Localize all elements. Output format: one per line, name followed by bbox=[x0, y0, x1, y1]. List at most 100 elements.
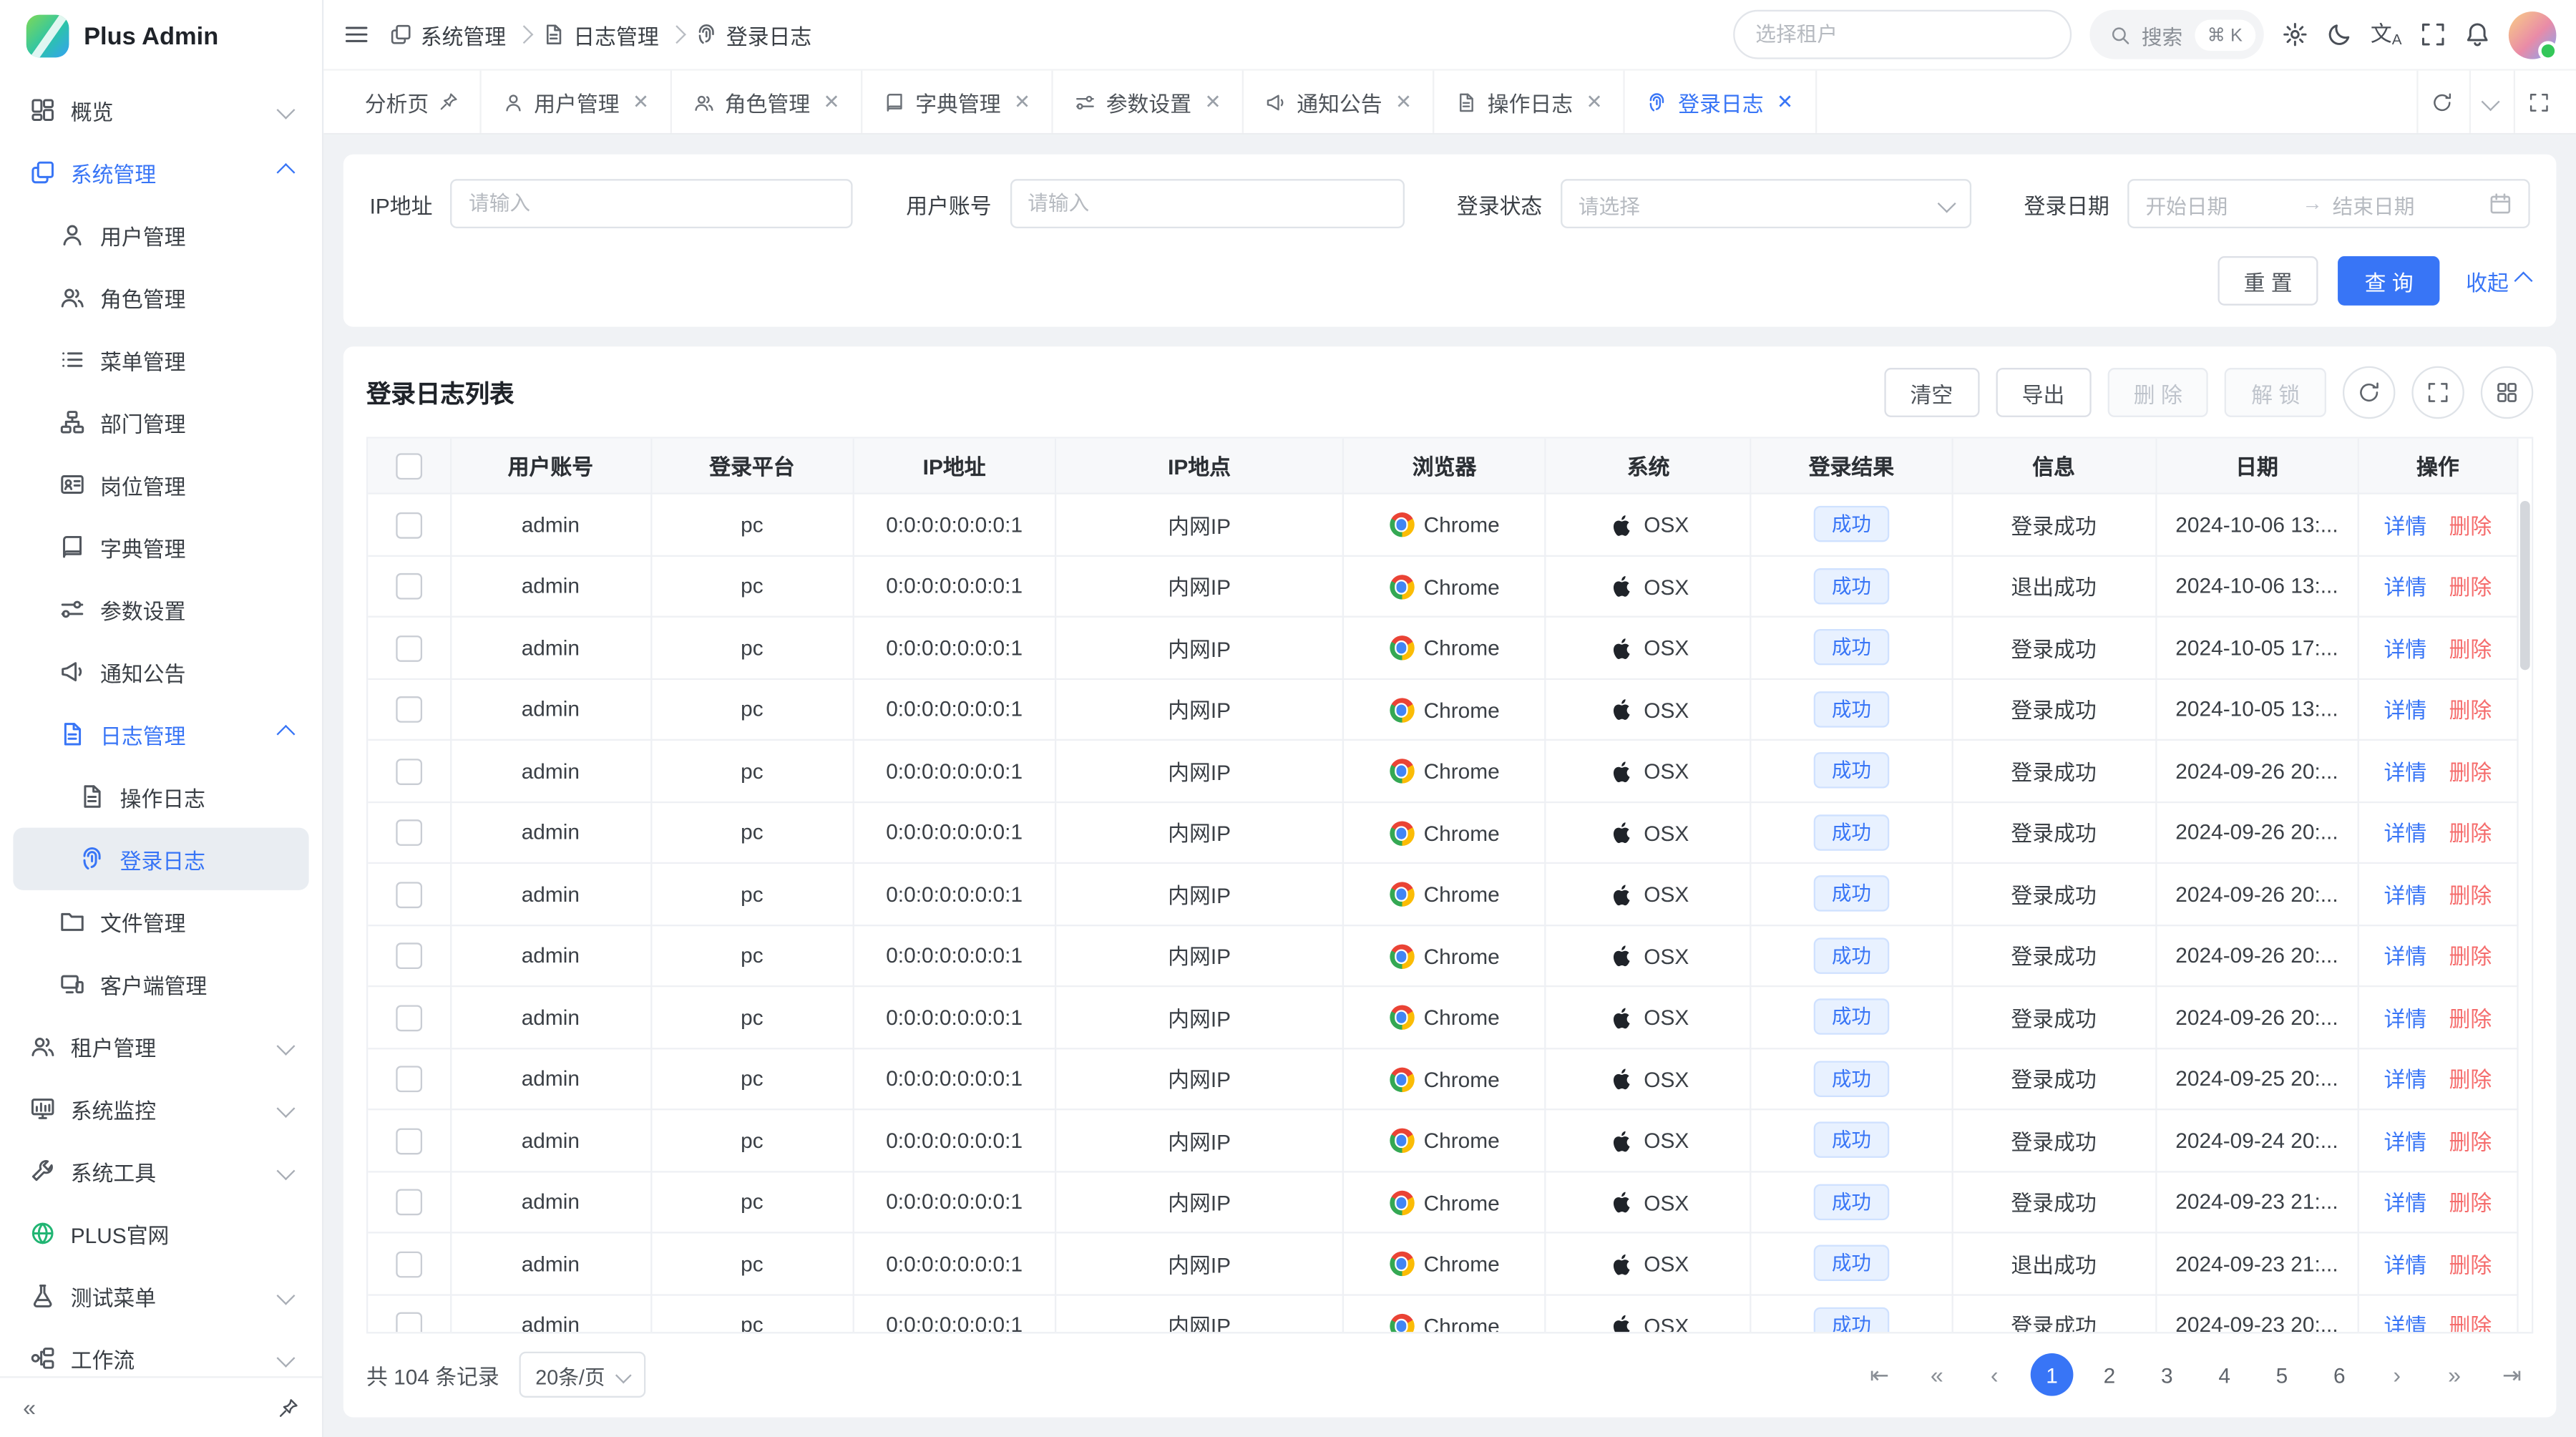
sidebar-pin-icon[interactable] bbox=[278, 1397, 299, 1418]
sidebar-item-overview[interactable]: 概览 bbox=[13, 79, 308, 141]
detail-link[interactable]: 详情 bbox=[2384, 698, 2427, 723]
row-checkbox[interactable] bbox=[396, 758, 422, 784]
sidebar-item-file-management[interactable]: 文件管理 bbox=[13, 890, 308, 953]
tab-param-settings[interactable]: 参数设置 ✕ bbox=[1053, 71, 1244, 133]
pagination-page-2[interactable]: 2 bbox=[2088, 1353, 2131, 1396]
sidebar-item-operation-log[interactable]: 操作日志 bbox=[13, 765, 308, 827]
clear-button[interactable]: 清空 bbox=[1884, 368, 1979, 417]
detail-link[interactable]: 详情 bbox=[2384, 883, 2427, 907]
fullscreen-icon[interactable] bbox=[2420, 21, 2446, 48]
delete-link[interactable]: 删除 bbox=[2449, 1252, 2492, 1277]
table-scrollbar[interactable] bbox=[2520, 497, 2530, 1328]
breadcrumb-system-management[interactable]: 系统管理 bbox=[389, 19, 506, 50]
row-checkbox[interactable] bbox=[396, 512, 422, 538]
tab-user-management[interactable]: 用户管理 ✕ bbox=[482, 71, 673, 133]
tab-role-management[interactable]: 角色管理 ✕ bbox=[672, 71, 863, 133]
delete-link[interactable]: 删除 bbox=[2449, 1068, 2492, 1092]
pin-icon[interactable] bbox=[439, 92, 459, 112]
pagination-page-5[interactable]: 5 bbox=[2260, 1353, 2303, 1396]
row-checkbox[interactable] bbox=[396, 635, 422, 661]
table-fullscreen-button[interactable] bbox=[2411, 366, 2464, 419]
language-translate-icon[interactable]: 文A bbox=[2371, 22, 2402, 47]
breadcrumb-log-management[interactable]: 日志管理 bbox=[542, 19, 659, 50]
delete-link[interactable]: 删除 bbox=[2449, 698, 2492, 723]
pagination-next-jump-button[interactable]: » bbox=[2433, 1353, 2476, 1396]
row-checkbox[interactable] bbox=[396, 819, 422, 846]
unlock-button[interactable]: 解 锁 bbox=[2225, 368, 2326, 417]
app-logo[interactable]: Plus Admin bbox=[0, 0, 322, 72]
delete-link[interactable]: 删除 bbox=[2449, 575, 2492, 600]
sidebar-item-department-management[interactable]: 部门管理 bbox=[13, 391, 308, 453]
delete-link[interactable]: 删除 bbox=[2449, 760, 2492, 784]
sidebar-item-log-management[interactable]: 日志管理 bbox=[13, 703, 308, 765]
notifications-bell-icon[interactable] bbox=[2464, 21, 2491, 48]
close-icon[interactable]: ✕ bbox=[1586, 90, 1603, 113]
pagination-page-1[interactable]: 1 bbox=[2031, 1353, 2074, 1396]
tab-login-log[interactable]: 登录日志 ✕ bbox=[1626, 71, 1817, 133]
row-checkbox[interactable] bbox=[396, 1128, 422, 1154]
export-button[interactable]: 导出 bbox=[1996, 368, 2091, 417]
content-fullscreen-button[interactable] bbox=[2514, 71, 2563, 133]
login-status-select[interactable]: 请选择 bbox=[1561, 179, 1971, 228]
detail-link[interactable]: 详情 bbox=[2384, 575, 2427, 600]
delete-link[interactable]: 删除 bbox=[2449, 1129, 2492, 1154]
delete-button[interactable]: 删 除 bbox=[2107, 368, 2208, 417]
delete-link[interactable]: 删除 bbox=[2449, 637, 2492, 661]
detail-link[interactable]: 详情 bbox=[2384, 1252, 2427, 1277]
tab-notice[interactable]: 通知公告 ✕ bbox=[1244, 71, 1435, 133]
sidebar-item-menu-management[interactable]: 菜单管理 bbox=[13, 328, 308, 391]
detail-link[interactable]: 详情 bbox=[2384, 1314, 2427, 1333]
pagination-page-3[interactable]: 3 bbox=[2145, 1353, 2188, 1396]
login-date-range-picker[interactable]: 开始日期 → 结束日期 bbox=[2127, 179, 2529, 228]
sidebar-item-notice[interactable]: 通知公告 bbox=[13, 640, 308, 703]
sidebar-item-user-management[interactable]: 用户管理 bbox=[13, 204, 308, 266]
row-checkbox[interactable] bbox=[396, 573, 422, 600]
user-avatar[interactable] bbox=[2509, 11, 2557, 59]
row-checkbox[interactable] bbox=[396, 1004, 422, 1031]
tabs-refresh-button[interactable] bbox=[2416, 71, 2466, 133]
user-account-input[interactable] bbox=[1010, 179, 1404, 228]
sidebar-item-workflow[interactable]: 工作流 bbox=[13, 1327, 308, 1376]
query-button[interactable]: 查 询 bbox=[2338, 256, 2439, 306]
detail-link[interactable]: 详情 bbox=[2384, 1191, 2427, 1215]
row-checkbox[interactable] bbox=[396, 1066, 422, 1092]
detail-link[interactable]: 详情 bbox=[2384, 514, 2427, 538]
sidebar-item-tenant-management[interactable]: 租户管理 bbox=[13, 1015, 308, 1077]
tenant-select-input[interactable] bbox=[1732, 10, 2071, 59]
row-checkbox[interactable] bbox=[396, 942, 422, 969]
collapse-filters-link[interactable]: 收起 bbox=[2466, 266, 2530, 297]
pagination-last-button[interactable]: ⇥ bbox=[2491, 1353, 2534, 1396]
delete-link[interactable]: 删除 bbox=[2449, 945, 2492, 969]
pagination-page-4[interactable]: 4 bbox=[2203, 1353, 2246, 1396]
close-icon[interactable]: ✕ bbox=[633, 90, 649, 113]
sidebar-item-system-tools[interactable]: 系统工具 bbox=[13, 1140, 308, 1202]
close-icon[interactable]: ✕ bbox=[1014, 90, 1030, 113]
sidebar-item-test-menu[interactable]: 测试菜单 bbox=[13, 1265, 308, 1327]
row-checkbox[interactable] bbox=[396, 1251, 422, 1277]
sidebar-item-system-monitor[interactable]: 系统监控 bbox=[13, 1077, 308, 1139]
sidebar-collapse-button[interactable]: « bbox=[23, 1394, 36, 1421]
pagination-prev-jump-button[interactable]: « bbox=[1916, 1353, 1958, 1396]
settings-gear-icon[interactable] bbox=[2282, 21, 2308, 48]
ip-address-input[interactable] bbox=[451, 179, 853, 228]
close-icon[interactable]: ✕ bbox=[1777, 90, 1793, 113]
sidebar-item-dict-management[interactable]: 字典管理 bbox=[13, 516, 308, 578]
sidebar-item-system-management[interactable]: 系统管理 bbox=[13, 141, 308, 203]
row-checkbox[interactable] bbox=[396, 696, 422, 723]
pagination-prev-button[interactable]: ‹ bbox=[1973, 1353, 2016, 1396]
detail-link[interactable]: 详情 bbox=[2384, 760, 2427, 784]
pagination-page-6[interactable]: 6 bbox=[2318, 1353, 2361, 1396]
sidebar-item-role-management[interactable]: 角色管理 bbox=[13, 266, 308, 328]
detail-link[interactable]: 详情 bbox=[2384, 1129, 2427, 1154]
row-checkbox[interactable] bbox=[396, 1189, 422, 1216]
sidebar-item-post-management[interactable]: 岗位管理 bbox=[13, 453, 308, 515]
column-settings-button[interactable] bbox=[2481, 366, 2533, 419]
select-all-checkbox[interactable] bbox=[396, 453, 422, 479]
breadcrumb-login-log[interactable]: 登录日志 bbox=[695, 19, 811, 50]
delete-link[interactable]: 删除 bbox=[2449, 883, 2492, 907]
page-size-select[interactable]: 20条/页 bbox=[519, 1352, 646, 1398]
close-icon[interactable]: ✕ bbox=[823, 90, 839, 113]
row-checkbox[interactable] bbox=[396, 881, 422, 907]
tabs-menu-button[interactable] bbox=[2469, 71, 2510, 133]
tab-analysis[interactable]: 分析页 bbox=[343, 71, 482, 133]
